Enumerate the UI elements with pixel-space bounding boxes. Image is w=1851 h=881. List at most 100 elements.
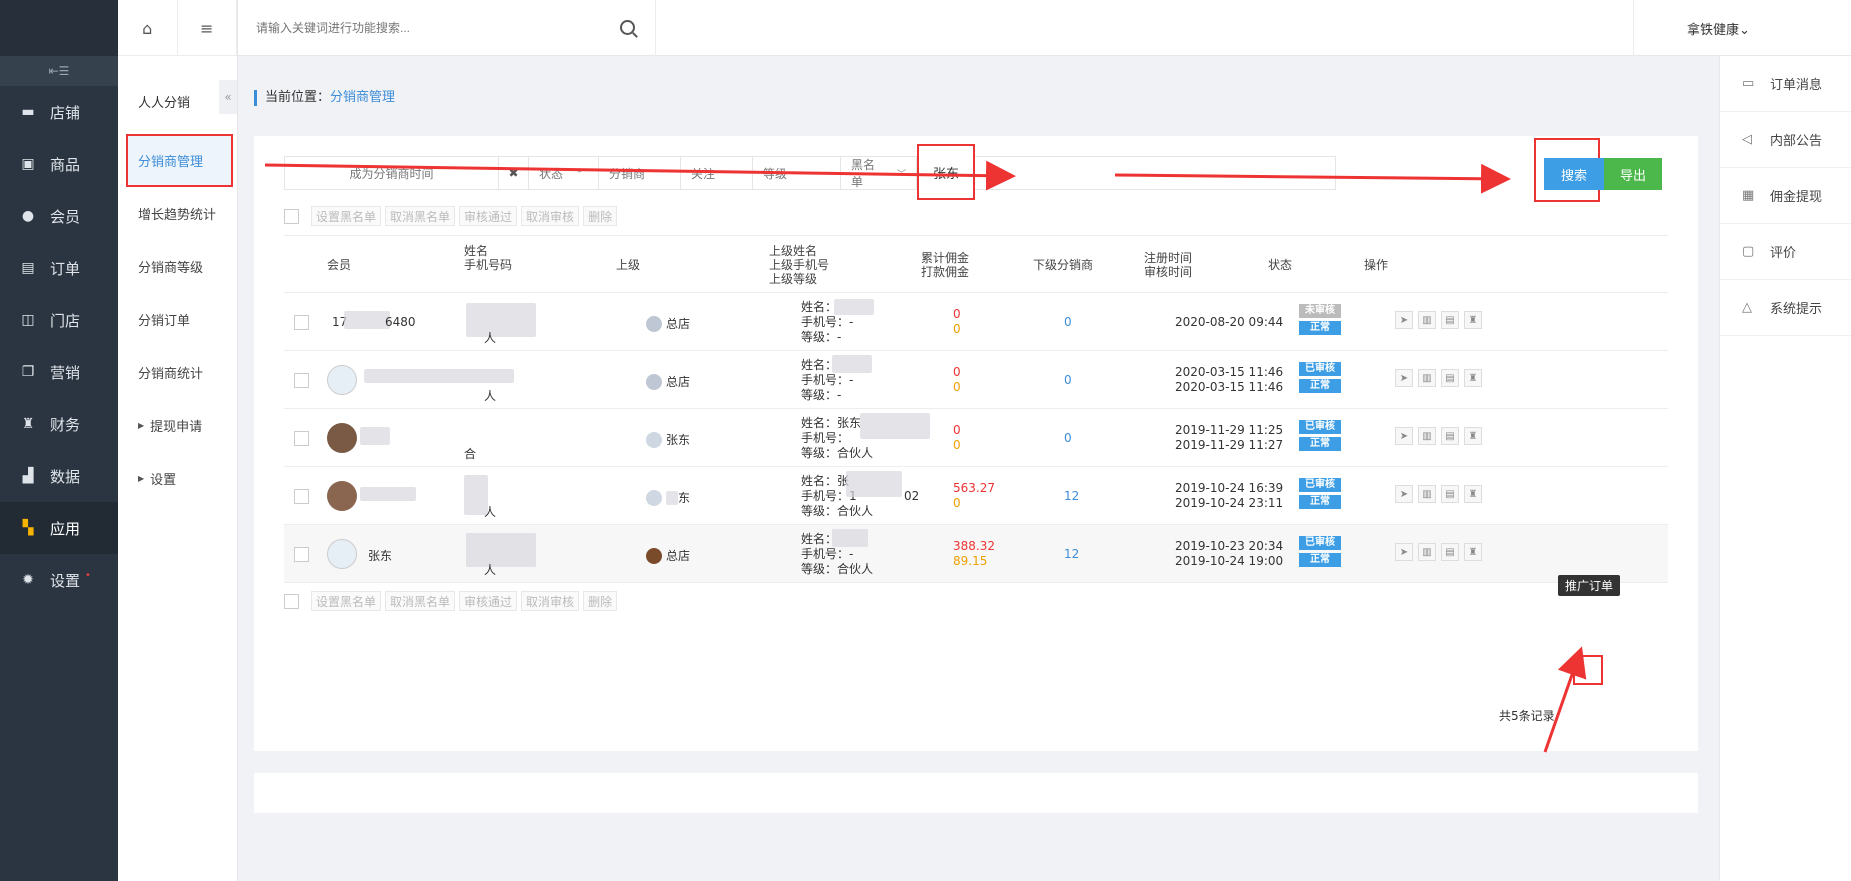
batch-toolbar-bottom: 设置黑名单 取消黑名单 审核通过 取消审核 删除 xyxy=(284,591,618,611)
clipboard-icon[interactable]: ▤ xyxy=(1441,485,1459,503)
sidebar-item-store[interactable]: ▬ 店铺 xyxy=(0,86,118,138)
sidebar-item-goods[interactable]: ▣ 商品 xyxy=(0,138,118,190)
status-badge: 已审核 xyxy=(1299,536,1341,550)
set-blacklist-button[interactable]: 设置黑名单 xyxy=(311,206,382,226)
cancel-blacklist-button[interactable]: 取消黑名单 xyxy=(385,206,456,226)
chevron-down-icon: ﹀ xyxy=(575,169,585,180)
bell-icon: △ xyxy=(1742,300,1752,315)
collapse-subnav-button[interactable]: « xyxy=(219,80,237,114)
status-badges: 已审核 正常 xyxy=(1299,478,1341,509)
function-search-input[interactable] xyxy=(256,21,616,35)
menu-fold-icon[interactable]: ⇤☰ xyxy=(0,56,118,86)
home-icon[interactable]: ⌂ xyxy=(118,0,178,56)
right-item-withdrawals[interactable]: ▦ 佣金提现 xyxy=(1720,168,1851,224)
follow-select[interactable]: 关注 xyxy=(681,157,753,189)
user-menu[interactable]: 拿铁健康⌄ xyxy=(1633,0,1803,56)
sub-count[interactable]: 0 xyxy=(1064,373,1072,387)
clear-date-icon[interactable]: ✖ xyxy=(499,157,529,189)
right-item-reviews[interactable]: ▢ 评价 xyxy=(1720,224,1851,280)
blacklist-select-label: 黑名单 xyxy=(851,158,876,189)
trash-icon[interactable]: ▥ xyxy=(1418,311,1436,329)
delete-button[interactable]: 删除 xyxy=(583,206,618,226)
audit-time: 2019-10-24 23:11 xyxy=(1175,496,1284,510)
sidebar-item-label: 店铺 xyxy=(50,103,81,122)
money-bag-icon[interactable]: ♜ xyxy=(1464,311,1482,329)
status-badges: 已审核 正常 xyxy=(1299,362,1341,393)
user-icon: ● xyxy=(21,208,35,224)
subnav-item-distributors[interactable]: 分销商管理 xyxy=(126,134,233,187)
send-icon[interactable]: ➤ xyxy=(1395,311,1413,329)
hamburger-icon[interactable]: ≡ xyxy=(178,0,237,56)
select-all-checkbox[interactable] xyxy=(284,593,299,609)
sub-count[interactable]: 0 xyxy=(1064,431,1072,445)
sub-count[interactable]: 12 xyxy=(1064,547,1079,561)
subnav-item-withdraw[interactable]: ▶ 提现申请 xyxy=(118,399,237,452)
clipboard-icon[interactable]: ▤ xyxy=(1441,543,1459,561)
row-checkbox[interactable] xyxy=(294,373,309,388)
trash-icon[interactable]: ▥ xyxy=(1418,427,1436,445)
search-icon[interactable] xyxy=(620,20,635,35)
goods-icon: ▣ xyxy=(21,156,35,172)
status-badge: 未审核 xyxy=(1299,304,1341,318)
level-select[interactable]: 等级 xyxy=(753,157,841,189)
col-commission: 累计佣金 打款佣金 xyxy=(921,251,969,279)
delete-button[interactable]: 删除 xyxy=(583,591,618,611)
distributor-select[interactable]: 分销商 ﹀ xyxy=(599,157,681,189)
cancel-approve-button[interactable]: 取消审核 xyxy=(521,591,580,611)
cancel-approve-button[interactable]: 取消审核 xyxy=(521,206,580,226)
table-header: 会员 姓名 手机号码 上级 上级姓名 上级手机号 上级等级 累计佣金 打款佣金 下级分销… xyxy=(284,235,1668,293)
search-button[interactable]: 搜索 xyxy=(1544,158,1604,190)
right-item-announcements[interactable]: ◁ 内部公告 xyxy=(1720,112,1851,168)
clipboard-icon[interactable]: ▤ xyxy=(1441,427,1459,445)
send-icon[interactable]: ➤ xyxy=(1395,485,1413,503)
sidebar-item-data[interactable]: ▟ 数据 xyxy=(0,450,118,502)
row-checkbox[interactable] xyxy=(294,315,309,330)
select-all-checkbox[interactable] xyxy=(284,208,299,224)
money-bag-icon[interactable]: ♜ xyxy=(1464,427,1482,445)
export-button[interactable]: 导出 xyxy=(1604,158,1662,190)
subnav-item-stats[interactable]: 分销商统计 xyxy=(118,346,237,399)
right-item-system-tips[interactable]: △ 系统提示 xyxy=(1720,280,1851,336)
subnav-item-orders[interactable]: 分销订单 xyxy=(118,293,237,346)
approve-button[interactable]: 审核通过 xyxy=(459,206,518,226)
sidebar-item-orders[interactable]: ▤ 订单 xyxy=(0,242,118,294)
trash-icon[interactable]: ▥ xyxy=(1418,543,1436,561)
trash-icon[interactable]: ▥ xyxy=(1418,369,1436,387)
subnav-item-settings[interactable]: ▶ 设置 xyxy=(118,452,237,505)
status-select[interactable]: 状态 ﹀ xyxy=(529,157,599,189)
row-checkbox[interactable] xyxy=(294,489,309,504)
row-checkbox[interactable] xyxy=(294,547,309,562)
sidebar-item-marketing[interactable]: ❐ 营销 xyxy=(0,346,118,398)
clipboard-icon[interactable]: ▤ xyxy=(1441,369,1459,387)
reg-time: 2019-10-24 16:39 xyxy=(1175,481,1284,495)
blacklist-select[interactable]: 黑名单 ﹀ xyxy=(841,157,917,189)
top-bar: 拿铁健康⌄ xyxy=(238,0,1851,56)
money-bag-icon[interactable]: ♜ xyxy=(1464,485,1482,503)
set-blacklist-button[interactable]: 设置黑名单 xyxy=(311,591,382,611)
sub-count[interactable]: 0 xyxy=(1064,315,1072,329)
approve-button[interactable]: 审核通过 xyxy=(459,591,518,611)
send-icon[interactable]: ➤ xyxy=(1395,369,1413,387)
subnav-item-growth[interactable]: 增长趋势统计 xyxy=(118,187,237,240)
sidebar-item-stores[interactable]: ◫ 门店 xyxy=(0,294,118,346)
keyword-input-space[interactable] xyxy=(975,157,1335,189)
clipboard-icon[interactable]: ▤ xyxy=(1441,311,1459,329)
sub-count[interactable]: 12 xyxy=(1064,489,1079,503)
date-range-input[interactable]: 成为分销商时间 xyxy=(285,157,499,189)
status-badges: 已审核 正常 xyxy=(1299,420,1341,451)
sidebar-item-members[interactable]: ● 会员 xyxy=(0,190,118,242)
keyword-input[interactable]: 张东 xyxy=(917,144,976,200)
subnav-item-levels[interactable]: 分销商等级 xyxy=(118,240,237,293)
sidebar-item-settings[interactable]: ✹ 设置 • xyxy=(0,554,118,606)
send-icon[interactable]: ➤ xyxy=(1395,427,1413,445)
money-bag-icon[interactable]: ♜ xyxy=(1464,543,1482,561)
trash-icon[interactable]: ▥ xyxy=(1418,485,1436,503)
send-icon[interactable]: ➤ xyxy=(1395,543,1413,561)
sidebar-item-finance[interactable]: ♜ 财务 xyxy=(0,398,118,450)
row-checkbox[interactable] xyxy=(294,431,309,446)
sidebar-item-apps[interactable]: ▚ 应用 xyxy=(0,502,118,554)
right-item-order-messages[interactable]: ▭ 订单消息 xyxy=(1720,56,1851,112)
money-bag-icon[interactable]: ♜ xyxy=(1464,369,1482,387)
breadcrumb-current[interactable]: 分销商管理 xyxy=(330,90,395,105)
cancel-blacklist-button[interactable]: 取消黑名单 xyxy=(385,591,456,611)
